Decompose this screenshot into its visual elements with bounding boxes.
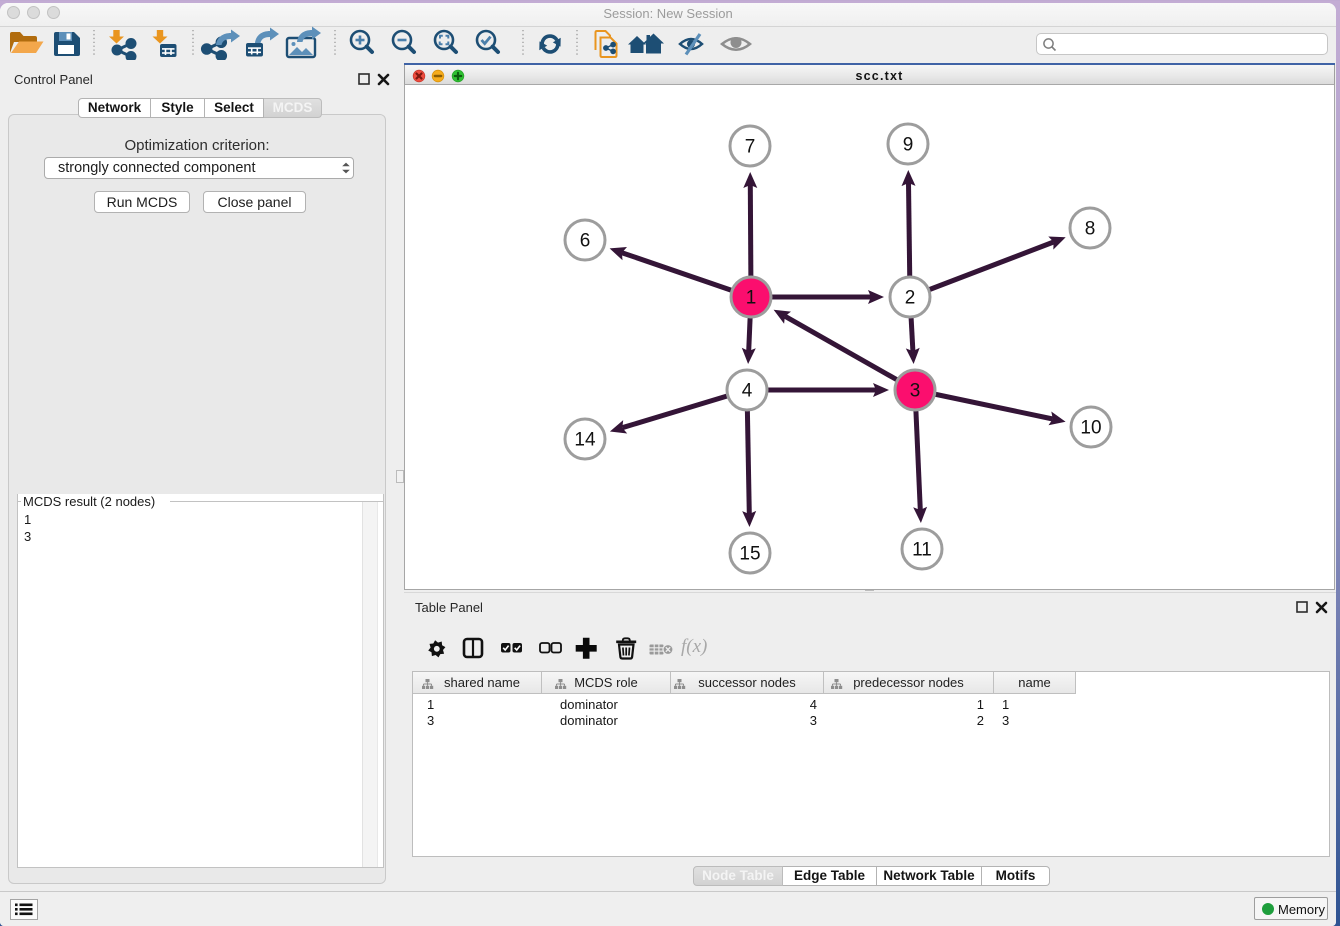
svg-text:3: 3 — [910, 381, 921, 402]
svg-text:8: 8 — [1085, 219, 1096, 240]
svg-text:11: 11 — [912, 540, 932, 561]
svg-text:10: 10 — [1080, 418, 1101, 439]
svg-text:2: 2 — [905, 288, 916, 309]
svg-text:9: 9 — [903, 135, 914, 156]
